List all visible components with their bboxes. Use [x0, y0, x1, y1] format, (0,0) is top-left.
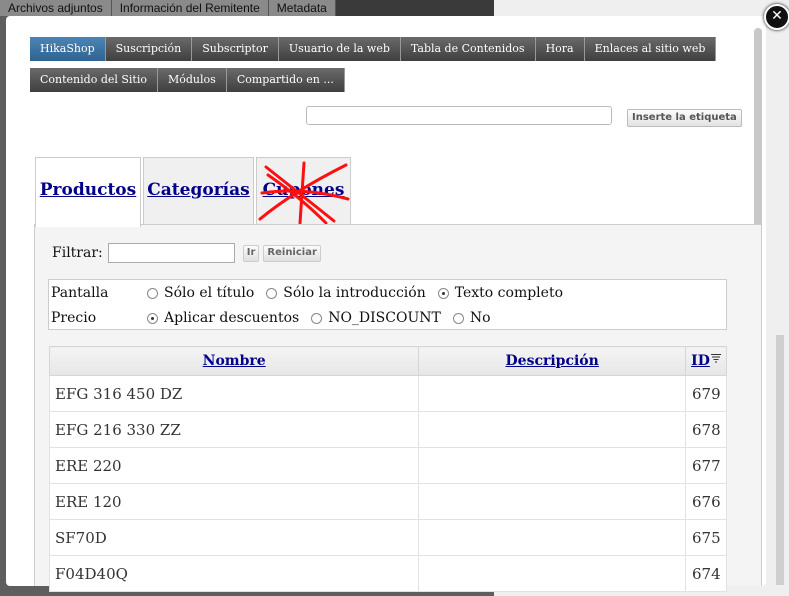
filter-reset-button[interactable]: Reiniciar — [263, 244, 321, 262]
cell-id: 676 — [684, 483, 728, 520]
cell-id: 674 — [684, 555, 728, 592]
table-row[interactable]: EFG 216 330 ZZ 678 — [48, 411, 728, 448]
radio-icon[interactable] — [147, 287, 158, 299]
column-header-nombre-link[interactable]: Nombre — [203, 353, 266, 369]
precio-option-aplicar[interactable]: Aplicar descuentos — [147, 310, 299, 326]
products-table: Nombre Descripción ID EFG 316 450 DZ 679 … — [48, 346, 728, 592]
cell-nombre[interactable]: ERE 120 — [48, 483, 420, 520]
radio-icon[interactable] — [452, 312, 464, 324]
tag-input[interactable] — [306, 106, 612, 125]
cell-nombre[interactable]: SF70D — [48, 519, 420, 556]
precio-row: Precio Aplicar descuentos NO_DISCOUNT No — [51, 307, 503, 329]
cell-descripcion — [418, 483, 686, 520]
radio-selected-icon[interactable] — [437, 287, 449, 299]
plugin-menu-row-2: Contenido del Sitio Módulos Compartido e… — [30, 68, 345, 92]
pantalla-option-introduccion[interactable]: Sólo la introducción — [266, 285, 426, 301]
menu-item-hikashop[interactable]: HikaShop — [30, 37, 106, 61]
cell-id: 677 — [684, 447, 728, 484]
background-tab-metadata[interactable]: Metadata — [268, 0, 336, 16]
menu-item-modulos[interactable]: Módulos — [158, 68, 227, 92]
menu-item-suscripcion[interactable]: Suscripción — [105, 37, 193, 61]
cross-out-mark — [258, 161, 350, 225]
column-header-nombre[interactable]: Nombre — [48, 346, 420, 376]
precio-option-no-discount-label: NO_DISCOUNT — [328, 310, 441, 326]
pantalla-option-texto-completo[interactable]: Texto completo — [437, 285, 563, 301]
column-header-id[interactable]: ID — [684, 346, 728, 376]
menu-item-usuario-web[interactable]: Usuario de la web — [278, 37, 401, 61]
menu-item-compartido[interactable]: Compartido en ... — [226, 68, 345, 92]
cell-nombre[interactable]: EFG 216 330 ZZ — [48, 411, 420, 448]
radio-selected-icon[interactable] — [147, 312, 158, 324]
precio-option-no-discount[interactable]: NO_DISCOUNT — [311, 310, 441, 326]
menu-item-contenido-sitio[interactable]: Contenido del Sitio — [30, 68, 158, 92]
cell-descripcion — [418, 447, 686, 484]
cell-descripcion — [418, 519, 686, 556]
pantalla-option-introduccion-label: Sólo la introducción — [283, 285, 426, 301]
table-row[interactable]: F04D40Q 674 — [48, 555, 728, 592]
tab-productos-label[interactable]: Productos — [40, 180, 136, 200]
radio-icon[interactable] — [311, 312, 323, 324]
column-header-descripcion[interactable]: Descripción — [418, 346, 686, 376]
pantalla-row: Pantalla Sólo el título Sólo la introduc… — [51, 282, 575, 304]
filter-input[interactable] — [107, 243, 235, 263]
plugin-menu-row-1: HikaShop Suscripción Subscriptor Usuario… — [30, 37, 717, 61]
cell-descripcion — [418, 411, 686, 448]
sort-desc-icon[interactable] — [710, 353, 721, 363]
precio-option-no-label: No — [469, 310, 491, 326]
cell-descripcion — [418, 375, 686, 412]
precio-option-no[interactable]: No — [452, 310, 491, 326]
radio-icon[interactable] — [266, 287, 278, 299]
menu-item-enlaces[interactable]: Enlaces al sitio web — [584, 37, 717, 61]
table-row[interactable]: SF70D 675 — [48, 519, 728, 556]
cell-id: 679 — [684, 375, 728, 412]
tab-categorias-label[interactable]: Categorías — [147, 180, 249, 200]
table-row[interactable]: ERE 120 676 — [48, 483, 728, 520]
close-modal-button[interactable]: ✕ — [764, 4, 789, 30]
precio-option-aplicar-label: Aplicar descuentos — [164, 310, 300, 326]
pantalla-label: Pantalla — [51, 285, 109, 301]
insert-tag-button[interactable]: Inserte la etiqueta — [627, 109, 742, 127]
cell-id: 678 — [684, 411, 728, 448]
tab-categorias[interactable]: Categorías — [143, 157, 254, 225]
filter-bar: Filtrar: Ir Reiniciar — [52, 243, 321, 263]
pantalla-option-titulo-label: Sólo el título — [164, 285, 255, 301]
cell-descripcion — [418, 555, 686, 592]
menu-item-subscriptor[interactable]: Subscriptor — [192, 37, 279, 61]
cell-nombre[interactable]: EFG 316 450 DZ — [48, 375, 420, 412]
background-scrollbar — [776, 335, 784, 585]
menu-item-tabla-contenidos[interactable]: Tabla de Contenidos — [400, 37, 536, 61]
filter-go-button[interactable]: Ir — [242, 244, 260, 262]
column-header-descripcion-link[interactable]: Descripción — [506, 353, 599, 369]
display-options-box: Pantalla Sólo el título Sólo la introduc… — [48, 279, 727, 330]
cell-nombre[interactable]: ERE 220 — [48, 447, 420, 484]
tab-productos[interactable]: Productos — [35, 157, 141, 227]
precio-label: Precio — [51, 310, 97, 326]
background-tab-sender-info[interactable]: Información del Remitente — [111, 0, 269, 16]
column-header-id-link[interactable]: ID — [691, 353, 710, 369]
cell-id: 675 — [684, 519, 728, 556]
cell-nombre[interactable]: F04D40Q — [48, 555, 420, 592]
menu-item-hora[interactable]: Hora — [535, 37, 585, 61]
pantalla-option-titulo[interactable]: Sólo el título — [147, 285, 254, 301]
table-row[interactable]: EFG 316 450 DZ 679 — [48, 375, 728, 412]
filter-label: Filtrar: — [52, 245, 103, 261]
background-tab-attachments[interactable]: Archivos adjuntos — [0, 0, 112, 16]
pantalla-option-texto-completo-label: Texto completo — [454, 285, 563, 301]
table-header-row: Nombre Descripción ID — [48, 346, 728, 376]
table-row[interactable]: ERE 220 677 — [48, 447, 728, 484]
background-tab-bar: Archivos adjuntos Información del Remite… — [0, 0, 500, 16]
